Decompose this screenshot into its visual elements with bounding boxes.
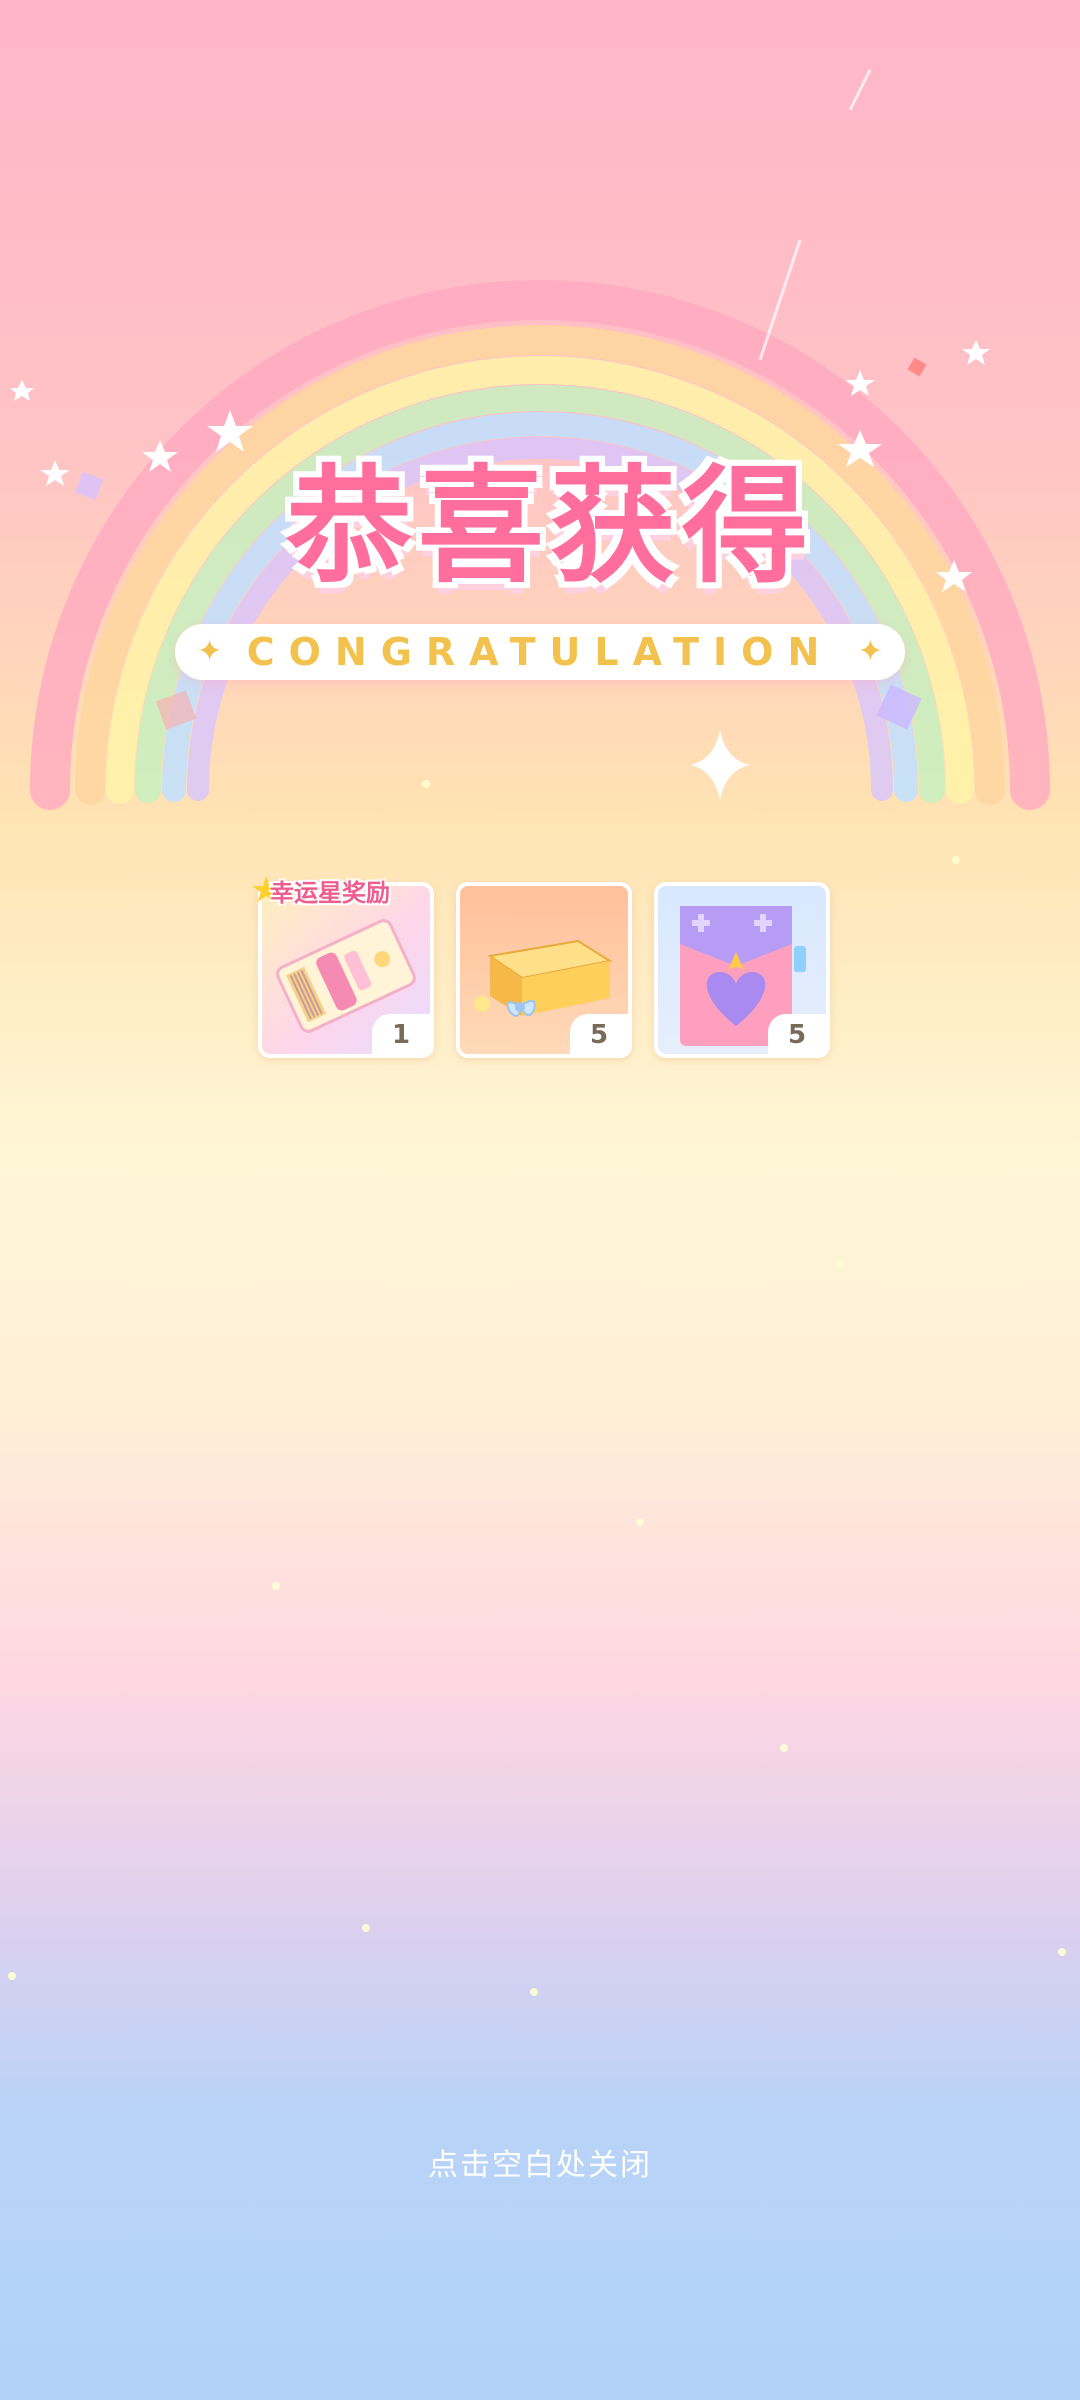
sparkle-dot bbox=[780, 1744, 788, 1752]
reward-qty: 1 bbox=[372, 1014, 430, 1054]
reward-card-ticket[interactable]: 1 bbox=[258, 882, 434, 1058]
reward-card-heart-bag[interactable]: 5 bbox=[654, 882, 830, 1058]
title-congrats: 恭喜获得 bbox=[286, 453, 814, 600]
reward-qty: 5 bbox=[768, 1014, 826, 1054]
reward-qty: 5 bbox=[570, 1014, 628, 1054]
sparkle-dot bbox=[836, 1260, 844, 1268]
sparkle-dot bbox=[272, 1582, 280, 1590]
subtitle-banner: ✦ CONGRATULATION ✦ bbox=[175, 624, 905, 680]
sparkle-dot bbox=[952, 856, 960, 864]
close-hint[interactable]: 点击空白处关闭 bbox=[0, 2140, 1080, 2184]
sparkle-dot bbox=[530, 1988, 538, 1996]
sparkle-dot bbox=[422, 780, 430, 788]
sparkle-dot bbox=[1058, 1948, 1066, 1956]
sparkle-dot bbox=[636, 1518, 644, 1526]
subtitle-text: CONGRATULATION bbox=[246, 630, 834, 674]
sparkle-dot bbox=[362, 1924, 370, 1932]
sparkle-dot bbox=[8, 1972, 16, 1980]
reward-card-gift-box[interactable]: 5 bbox=[456, 882, 632, 1058]
lucky-reward-tag: 幸运星奖励 bbox=[270, 879, 390, 907]
sparkle-right-icon: ✦ bbox=[857, 634, 883, 669]
